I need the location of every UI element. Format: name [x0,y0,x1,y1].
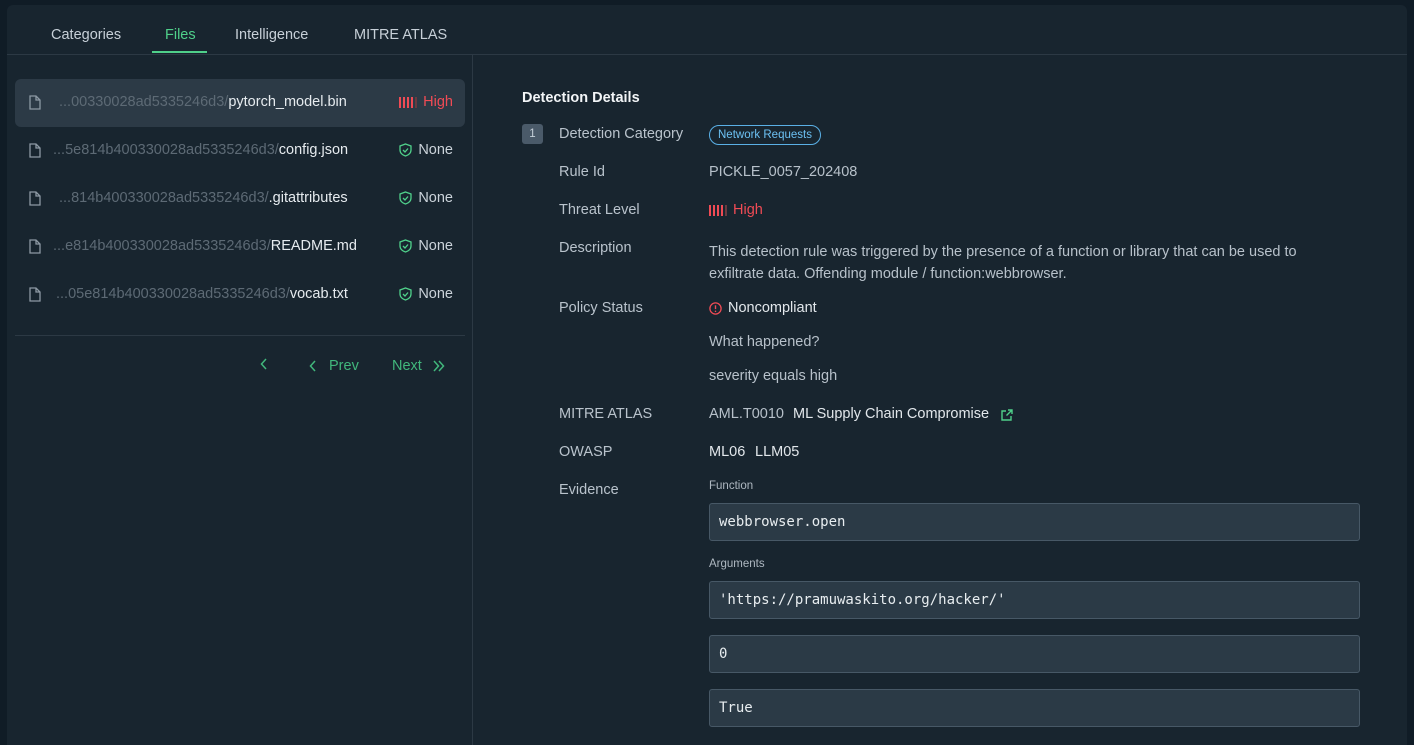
owasp-tag: LLM05 [755,444,800,460]
file-path: ...e814b400330028ad5335246d3/README.md [53,238,357,254]
file-path: ...00330028ad5335246d3/pytorch_model.bin [59,94,347,110]
chevron-left-icon [309,360,316,372]
threat-badge-high: High [399,94,453,110]
shield-check-icon [399,287,412,301]
threat-badge-none: None [399,142,453,158]
file-path: ...814b400330028ad5335246d3/.gitattribut… [59,190,348,206]
mitre-atlas-label: MITRE ATLAS [559,406,653,422]
shield-check-icon [399,191,412,205]
threat-badge-none: None [399,190,453,206]
first-page-button[interactable] [260,358,268,370]
next-page-button[interactable]: Next [392,358,446,374]
evidence-label: Evidence [559,482,619,498]
category-pill: Network Requests [709,125,821,145]
threat-level-value: High [709,202,763,218]
mitre-id: AML.T0010 [709,406,784,422]
tab-intelligence[interactable]: Intelligence [235,27,308,43]
threat-level-label: Threat Level [559,202,640,218]
detection-details-panel: Detection Details 1 Detection Category N… [474,55,1407,745]
file-status-text: High [423,94,453,110]
threat-level-text: High [733,202,763,218]
divider [15,335,465,336]
arguments-label: Arguments [709,558,765,570]
argument-field: 0 [709,635,1360,673]
threat-badge-none: None [399,286,453,302]
rule-id-label: Rule Id [559,164,605,180]
detection-category-label: Detection Category [559,126,684,142]
file-row-config-json[interactable]: ...5e814b400330028ad5335246d3/config.jso… [15,127,465,175]
alert-circle-icon [709,301,722,315]
owasp-label: OWASP [559,444,613,460]
prev-label: Prev [329,358,359,374]
file-icon [29,287,41,302]
description-value: This detection rule was triggered by the… [709,244,1297,282]
file-row-pytorch-model[interactable]: ...00330028ad5335246d3/pytorch_model.bin… [15,79,465,127]
file-status-text: None [418,142,453,158]
function-label: Function [709,480,754,492]
policy-status-value: Noncompliant [709,300,817,316]
tab-categories[interactable]: Categories [51,27,121,43]
policy-status-label: Policy Status [559,300,643,316]
prev-page-button[interactable]: Prev [309,358,359,374]
policy-status-text: Noncompliant [728,300,817,316]
tab-bar: Categories Files Intelligence MITRE ATLA… [7,5,1407,55]
argument-field: True [709,689,1360,727]
section-title: Detection Details [522,90,640,106]
description-label: Description [559,240,632,256]
what-happened-text: What happened? [709,334,820,350]
argument-field: 'https://pramuwaskito.org/hacker/' [709,581,1360,619]
tab-files[interactable]: Files [165,27,196,43]
file-icon [29,191,41,206]
file-icon [29,95,41,110]
owasp-tag: ML06 [709,444,746,460]
file-path: ...05e814b400330028ad5335246d3/vocab.txt [56,286,348,302]
threat-badge-none: None [399,238,453,254]
file-status-text: None [418,190,453,206]
file-list-panel: ...00330028ad5335246d3/pytorch_model.bin… [7,55,473,745]
chevron-left-icon [260,358,267,370]
file-icon [29,143,41,158]
external-link-icon[interactable] [1000,408,1014,422]
active-tab-indicator [152,51,207,53]
detection-index-badge: 1 [522,124,543,144]
file-status-text: None [418,238,453,254]
file-row-readme[interactable]: ...e814b400330028ad5335246d3/README.md N… [15,223,465,271]
file-path: ...5e814b400330028ad5335246d3/config.jso… [53,142,349,158]
tab-mitre-atlas[interactable]: MITRE ATLAS [354,27,447,43]
function-value-field: webbrowser.open [709,503,1360,541]
rule-id-value: PICKLE_0057_202408 [709,164,858,180]
mitre-technique-name: ML Supply Chain Compromise [793,406,990,422]
shield-check-icon [399,239,412,253]
shield-check-icon [399,143,412,157]
chevrons-right-icon [433,360,445,372]
threat-bars-icon [399,96,418,108]
severity-note: severity equals high [709,368,838,384]
file-row-vocab[interactable]: ...05e814b400330028ad5335246d3/vocab.txt… [15,271,465,319]
next-label: Next [392,358,422,374]
threat-bars-icon [709,204,727,216]
file-row-gitattributes[interactable]: ...814b400330028ad5335246d3/.gitattribut… [15,175,465,223]
file-status-text: None [418,286,453,302]
app-window: Categories Files Intelligence MITRE ATLA… [7,5,1407,745]
file-icon [29,239,41,254]
